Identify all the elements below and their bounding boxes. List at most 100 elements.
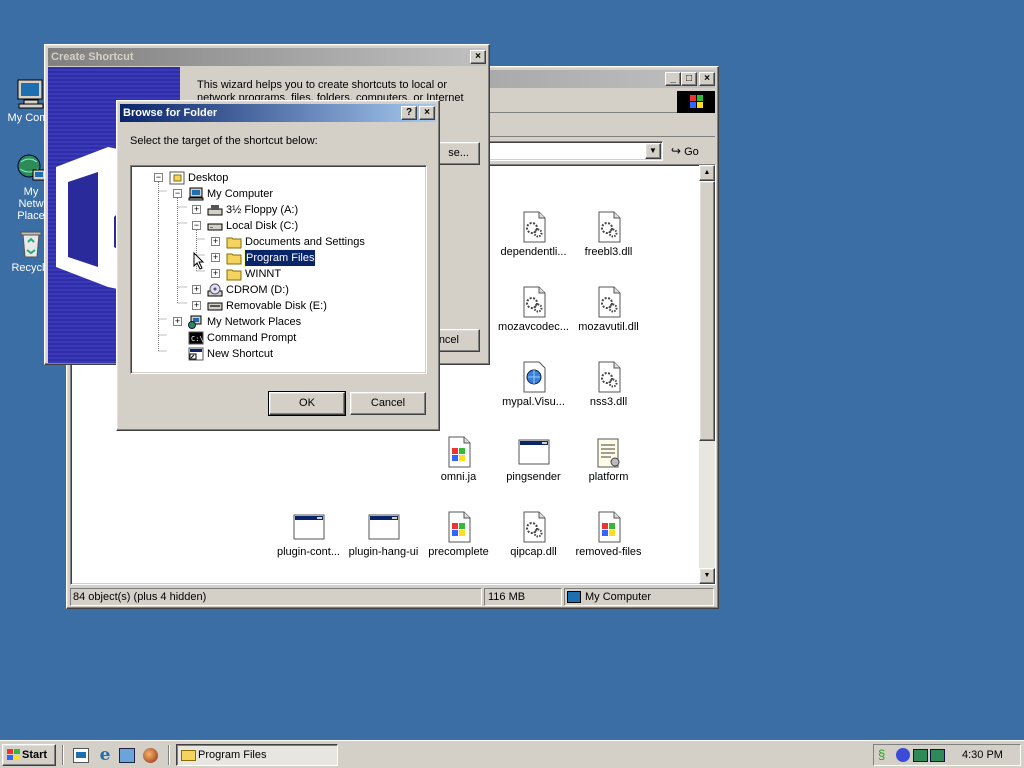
status-size: 116 MB	[484, 588, 562, 606]
windows-logo-icon	[677, 91, 715, 113]
start-label: Start	[22, 749, 48, 761]
go-button[interactable]: ↪ Go	[671, 141, 713, 161]
dll-file-icon	[523, 211, 545, 243]
tree-item-label[interactable]: WINNT	[245, 266, 281, 282]
maximize-button[interactable]: □	[681, 72, 697, 86]
expand-toggle[interactable]: +	[192, 301, 201, 310]
application-icon	[518, 439, 549, 465]
taskbar-program-files[interactable]: Program Files	[176, 744, 338, 766]
wizard-title: Create Shortcut	[51, 51, 134, 63]
tree-item-label[interactable]: Documents and Settings	[245, 234, 365, 250]
cancel-button[interactable]: Cancel	[350, 392, 426, 415]
file-name: omni.ja	[440, 471, 477, 483]
tree-item-label[interactable]: CDROM (D:)	[226, 282, 289, 298]
taskbar: Start e Program Files § 4:30 PM	[0, 740, 1024, 768]
file-name: plugin-cont...	[277, 546, 340, 558]
file-item[interactable]: platform	[571, 436, 646, 483]
dll-file-icon	[598, 361, 620, 393]
manifest-file-icon	[523, 361, 545, 393]
windows-logo-icon	[7, 749, 20, 761]
windows-file-icon	[448, 436, 470, 468]
expand-toggle[interactable]: +	[192, 285, 201, 294]
wizard-close-button[interactable]: ×	[470, 50, 486, 64]
computer-icon	[17, 79, 44, 109]
wizard-titlebar: Create Shortcut	[48, 48, 486, 66]
wizard-cancel-button[interactable]: ncel	[435, 329, 480, 352]
status-objects: 84 object(s) (plus 4 hidden)	[70, 588, 482, 606]
file-name: mozavcodec...	[498, 321, 569, 333]
collapse-toggle[interactable]: −	[154, 173, 163, 182]
config-file-icon	[597, 438, 619, 468]
file-item[interactable]: mypal.Visu...	[496, 361, 571, 408]
file-item[interactable]: removed-files	[571, 511, 646, 558]
file-item[interactable]: nss3.dll	[571, 361, 646, 408]
recycle-bin-icon	[20, 231, 42, 258]
tree-item-label[interactable]: My Network Places	[207, 314, 301, 330]
clock[interactable]: 4:30 PM	[962, 745, 1003, 765]
help-button[interactable]: ?	[401, 106, 417, 120]
file-item[interactable]: mozavutil.dll	[571, 286, 646, 333]
collapse-toggle[interactable]: −	[192, 221, 201, 230]
tree-item-label[interactable]: My Computer	[207, 186, 273, 202]
tree-item-label[interactable]: Program Files	[243, 249, 317, 267]
expand-toggle[interactable]: +	[211, 269, 220, 278]
tree-item-label[interactable]: Command Prompt	[207, 330, 296, 346]
file-name: precomplete	[428, 546, 489, 558]
file-item[interactable]: mozavcodec...	[496, 286, 571, 333]
tree-item-label[interactable]: Desktop	[188, 170, 228, 186]
folder-icon	[226, 251, 242, 265]
file-item[interactable]: pingsender	[496, 436, 571, 483]
browser-globe-icon[interactable]	[143, 748, 158, 763]
expand-toggle[interactable]: +	[173, 317, 182, 326]
file-item[interactable]: precomplete	[421, 511, 496, 558]
tree-item-label[interactable]: 3½ Floppy (A:)	[226, 202, 298, 218]
folder-icon	[181, 749, 196, 761]
address-dropdown-button[interactable]: ▼	[645, 143, 661, 159]
wizard-browse-button[interactable]: se...	[435, 142, 480, 165]
address-input[interactable]: ▼	[487, 141, 663, 161]
folder-tree[interactable]: − Desktop − My Computer +3½ Floppy (A:) − Loca…	[130, 165, 427, 374]
file-name: pingsender	[506, 471, 561, 483]
file-item[interactable]: plugin-cont...	[271, 511, 346, 558]
outlook-express-icon[interactable]	[119, 748, 135, 763]
close-button[interactable]: ×	[699, 72, 715, 86]
taskbar-divider	[168, 745, 170, 765]
expand-toggle[interactable]: +	[211, 237, 220, 246]
file-item[interactable]: dependentli...	[496, 211, 571, 258]
file-name: qipcap.dll	[510, 546, 557, 558]
vertical-scrollbar[interactable]: ▲ ▼	[699, 165, 715, 584]
scroll-thumb[interactable]	[699, 181, 715, 441]
file-name: mypal.Visu...	[502, 396, 565, 408]
mouse-cursor-icon	[193, 252, 205, 270]
file-item[interactable]: plugin-hang-ui	[346, 511, 421, 558]
file-name: nss3.dll	[589, 396, 628, 408]
start-button[interactable]: Start	[2, 744, 56, 766]
tray-network-icon[interactable]	[896, 748, 910, 762]
scroll-up-button[interactable]: ▲	[699, 165, 715, 181]
tray-network-icon[interactable]	[913, 749, 928, 762]
tree-item-label[interactable]: Removable Disk (E:)	[226, 298, 327, 314]
minimize-button[interactable]: _	[665, 72, 681, 86]
application-icon	[368, 514, 399, 540]
computer-icon	[567, 591, 581, 604]
dll-file-icon	[523, 286, 545, 318]
tree-item-label[interactable]: New Shortcut	[207, 346, 273, 362]
dll-file-icon	[598, 211, 620, 243]
status-location: My Computer	[564, 588, 714, 606]
tray-app-icon[interactable]: §	[878, 748, 893, 762]
tree-item-label[interactable]: Local Disk (C:)	[226, 218, 298, 234]
scroll-down-button[interactable]: ▼	[699, 568, 715, 584]
ok-button[interactable]: OK	[268, 391, 346, 416]
file-item[interactable]: omni.ja	[421, 436, 496, 483]
show-desktop-icon[interactable]	[73, 748, 89, 763]
expand-toggle[interactable]: +	[211, 253, 220, 262]
windows-file-icon	[448, 511, 470, 543]
expand-toggle[interactable]: +	[192, 205, 201, 214]
tray-network-icon[interactable]	[930, 749, 945, 762]
collapse-toggle[interactable]: −	[173, 189, 182, 198]
file-item[interactable]: freebl3.dll	[571, 211, 646, 258]
browse-prompt: Select the target of the shortcut below:	[130, 135, 318, 147]
internet-explorer-icon[interactable]: e	[96, 746, 114, 764]
browse-close-button[interactable]: ×	[419, 106, 435, 120]
file-item[interactable]: qipcap.dll	[496, 511, 571, 558]
